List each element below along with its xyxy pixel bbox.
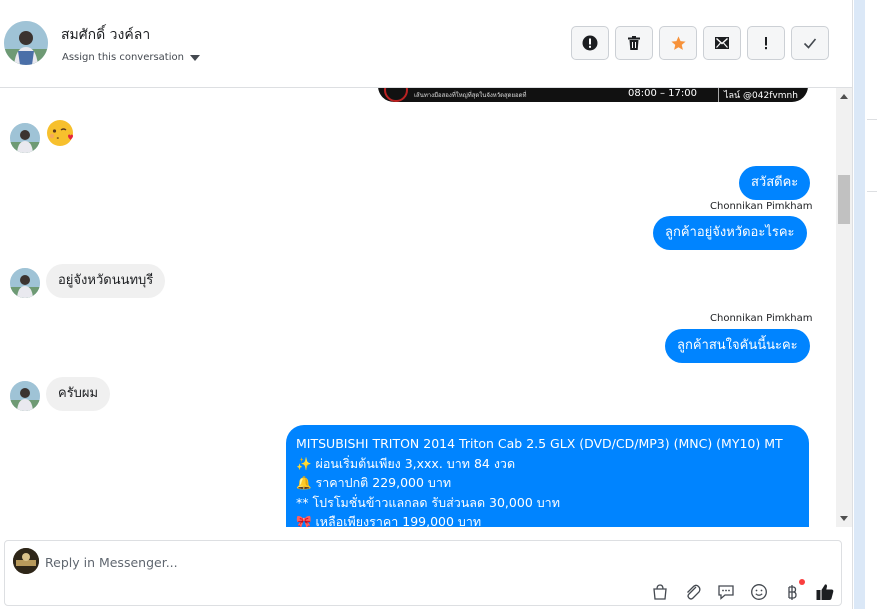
star-button[interactable] [659, 26, 697, 60]
banner-hours: 08:00 – 17:00 [628, 88, 697, 99]
conversation-actions [571, 26, 829, 60]
baht-payment-icon[interactable] [782, 579, 805, 602]
exclamation-circle-icon [582, 35, 598, 51]
notification-dot [799, 579, 805, 585]
incoming-message[interactable]: อยู่จังหวัดนนทบุรี [46, 264, 166, 298]
contact-avatar-small[interactable] [10, 123, 40, 153]
reply-input[interactable] [45, 549, 745, 575]
emoji-icon[interactable] [749, 582, 769, 602]
scroll-down-arrow-icon[interactable] [840, 516, 848, 521]
outgoing-message[interactable]: สวัสดีคะ [739, 166, 811, 200]
kiss-emoji-message[interactable] [46, 118, 76, 148]
check-icon [803, 38, 817, 49]
message-scrollbar[interactable] [836, 88, 852, 527]
exclamation-icon [765, 37, 767, 50]
outgoing-message[interactable]: ลูกค้าสนใจคันนี้นะคะ [665, 329, 810, 363]
follow-up-button[interactable] [747, 26, 785, 60]
right-panel-edge [852, 0, 878, 609]
shared-image-attachment[interactable]: เส้นทางมือสองที่ใหญ่ที่สุดในจังหวัดสุดยอ… [378, 88, 808, 102]
dealer-logo [384, 88, 408, 102]
spam-button[interactable] [571, 26, 609, 60]
mark-unread-button[interactable] [703, 26, 741, 60]
composer-tools [650, 579, 835, 602]
reply-composer [4, 540, 842, 606]
assign-conversation-dropdown[interactable]: Assign this conversation [62, 52, 200, 63]
installment-line: ✨ ผ่อนเริ่มต้นเพียง 3,xxx. บาท 84 งวด [296, 455, 516, 471]
incoming-message[interactable]: ครับผม [46, 377, 111, 411]
saved-reply-icon[interactable] [716, 582, 736, 602]
message-sender: Chonnikan Pimkham [710, 201, 813, 212]
contact-name: สมศักดิ์ วงค์ลา [61, 27, 151, 43]
contact-avatar-small[interactable] [10, 268, 40, 298]
scroll-up-arrow-icon[interactable] [840, 94, 848, 99]
envelope-icon [715, 37, 729, 49]
paperclip-icon[interactable] [683, 582, 703, 602]
page-avatar [13, 548, 39, 574]
scroll-thumb[interactable] [838, 175, 850, 224]
trash-icon [628, 36, 640, 50]
star-icon [670, 35, 686, 50]
final-price-line: 🎀 เหลือเพียงราคา 199,000 บาท [296, 514, 482, 527]
shopping-bag-icon[interactable] [650, 582, 670, 602]
assign-label: Assign this conversation [62, 52, 184, 63]
contact-avatar[interactable] [4, 21, 48, 65]
banner-line-id: ไลน์ @042fvmnh [718, 88, 798, 102]
caret-down-icon [189, 54, 200, 61]
outgoing-message[interactable]: ลูกค้าอยู่จังหวัดอะไรคะ [653, 216, 807, 250]
message-sender: Chonnikan Pimkham [710, 313, 813, 324]
product-title: MITSUBISHI TRITON 2014 Triton Cab 2.5 GL… [296, 436, 783, 451]
done-button[interactable] [791, 26, 829, 60]
contact-avatar-small[interactable] [10, 381, 40, 411]
message-list[interactable]: เส้นทางมือสองที่ใหญ่ที่สุดในจังหวัดสุดยอ… [0, 88, 836, 527]
outgoing-message-product[interactable]: MITSUBISHI TRITON 2014 Triton Cab 2.5 GL… [286, 425, 809, 527]
thumbs-up-icon[interactable] [815, 582, 835, 602]
messenger-inbox: สมศักดิ์ วงค์ลา Assign this conversation [0, 0, 878, 609]
banner-caption: เส้นทางมือสองที่ใหญ่ที่สุดในจังหวัดสุดยอ… [414, 92, 527, 99]
promotion-line: ** โปรโมชั่นข้าวแลกลด รับส่วนลด 30,000 บ… [296, 494, 560, 510]
normal-price-line: 🔔 ราคาปกติ 229,000 บาท [296, 475, 452, 490]
conversation-header: สมศักดิ์ วงค์ลา Assign this conversation [0, 0, 852, 88]
delete-button[interactable] [615, 26, 653, 60]
